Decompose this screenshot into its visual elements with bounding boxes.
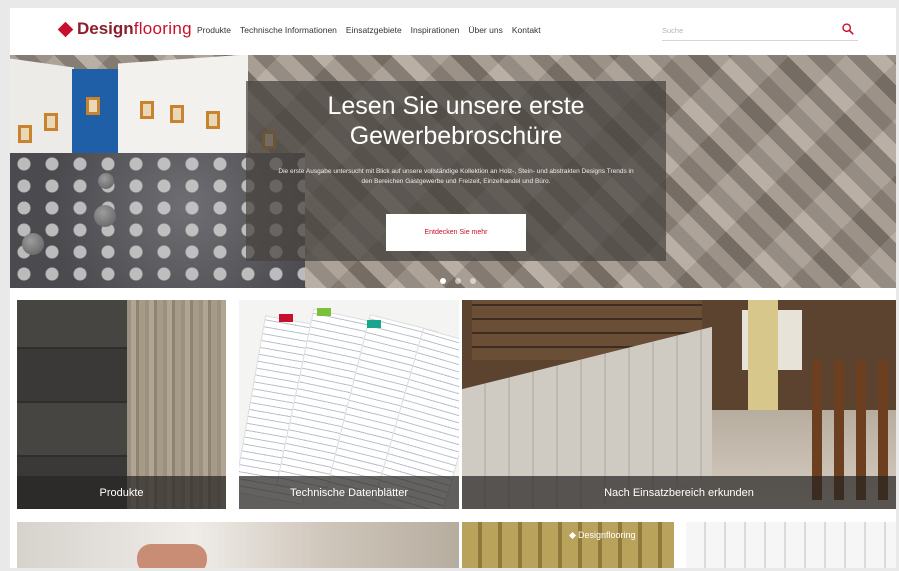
picture-frame — [170, 105, 184, 123]
discover-more-button[interactable]: Entdecken Sie mehr — [386, 214, 526, 251]
logo-text-flooring: flooring — [133, 19, 192, 38]
tile-nach-einsatzbereich[interactable]: Nach Einsatzbereich erkunden — [462, 300, 896, 509]
slider-dots — [440, 278, 476, 284]
hero-description: Die erste Ausgabe untersucht mit Blick a… — [278, 168, 634, 185]
tile-bottom-building[interactable] — [686, 522, 896, 568]
search-input[interactable] — [662, 23, 822, 37]
hero-slider: Lesen Sie unsere erste Gewerbebroschüre … — [10, 55, 896, 288]
stool — [98, 173, 114, 189]
slider-dot-1[interactable] — [440, 278, 446, 284]
page: Design flooring Produkte Technische Info… — [10, 8, 896, 568]
tile-bottom-office[interactable] — [17, 522, 459, 568]
main-nav: Produkte Technische Informationen Einsat… — [197, 25, 541, 35]
logo-text-design: Design — [77, 19, 134, 38]
picture-frame — [140, 101, 154, 119]
datasheet-tab — [367, 320, 381, 328]
slider-dot-3[interactable] — [470, 278, 476, 284]
nav-item-produkte[interactable]: Produkte — [197, 25, 231, 35]
diamond-logo-icon — [57, 21, 74, 37]
search-icon[interactable] — [841, 22, 855, 36]
slider-dot-2[interactable] — [455, 278, 461, 284]
tile-caption-nach-einsatzbereich: Nach Einsatzbereich erkunden — [462, 476, 896, 509]
hero-card: Lesen Sie unsere erste Gewerbebroschüre … — [246, 81, 666, 261]
tile-caption-technische-datenblaetter: Technische Datenblätter — [239, 476, 459, 509]
search-box — [662, 21, 858, 41]
datasheet-tab — [279, 314, 293, 322]
tile-caption-produkte: Produkte — [17, 476, 226, 509]
designflooring-sign: Designflooring — [570, 530, 636, 540]
brand-logo[interactable]: Design flooring — [57, 19, 192, 39]
stool — [22, 233, 44, 255]
pillar — [748, 300, 778, 410]
tile-technische-datenblaetter[interactable]: Technische Datenblätter — [239, 300, 459, 509]
picture-frame — [44, 113, 58, 131]
hand-image — [137, 544, 207, 568]
tile-produkte[interactable]: Produkte — [17, 300, 226, 509]
site-header: Design flooring Produkte Technische Info… — [10, 8, 896, 54]
tile-bottom-venue[interactable]: Designflooring — [462, 522, 674, 568]
nav-item-kontakt[interactable]: Kontakt — [512, 25, 541, 35]
nav-item-technische-informationen[interactable]: Technische Informationen — [240, 25, 337, 35]
stool — [94, 205, 116, 227]
picture-frame — [86, 97, 100, 115]
nav-item-ueber-uns[interactable]: Über uns — [468, 25, 503, 35]
nav-item-inspirationen[interactable]: Inspirationen — [411, 25, 460, 35]
picture-frame — [18, 125, 32, 143]
picture-frame — [206, 111, 220, 129]
hero-title: Lesen Sie unsere erste Gewerbebroschüre — [327, 92, 585, 150]
datasheet-tab — [317, 308, 331, 316]
nav-item-einsatzgebiete[interactable]: Einsatzgebiete — [346, 25, 402, 35]
